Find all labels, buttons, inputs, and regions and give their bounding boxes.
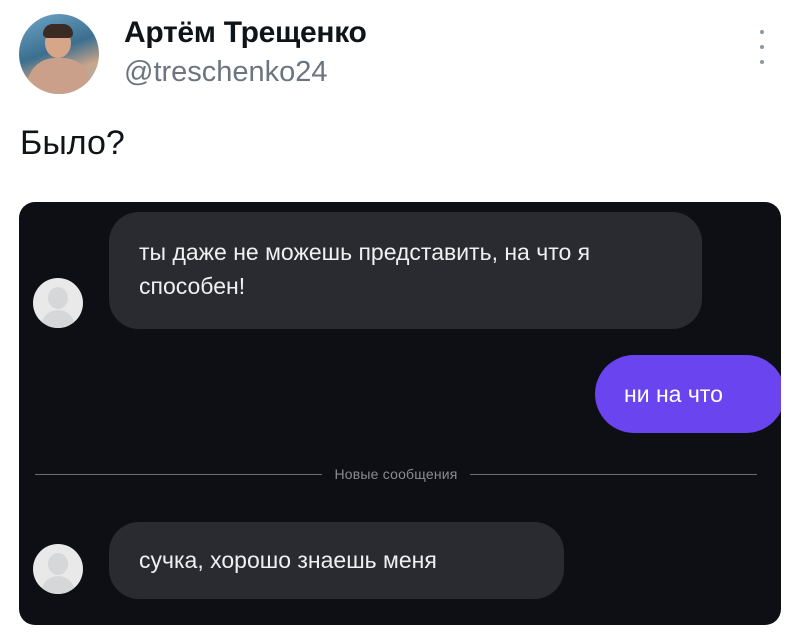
tweet-text: Было? [20,124,125,162]
tweet-avatar[interactable] [19,14,99,94]
tweet-author-handle[interactable]: @treschenko24 [124,56,328,89]
tweet-media-screenshot[interactable]: ты даже не можешь представить, на что я … [19,202,781,625]
tweet-author-name[interactable]: Артём Трещенко [124,16,367,50]
contact-avatar-placeholder-icon [33,544,83,594]
more-options-icon[interactable] [752,30,772,64]
incoming-message-bubble: ты даже не можешь представить, на что я … [109,212,702,329]
new-messages-label: Новые сообщения [334,466,458,482]
new-messages-divider: Новые сообщения [35,463,758,485]
incoming-message-bubble: сучка, хорошо знаешь меня [109,522,564,599]
outgoing-message-bubble: ни на что [595,355,781,433]
contact-avatar-placeholder-icon [33,278,83,328]
